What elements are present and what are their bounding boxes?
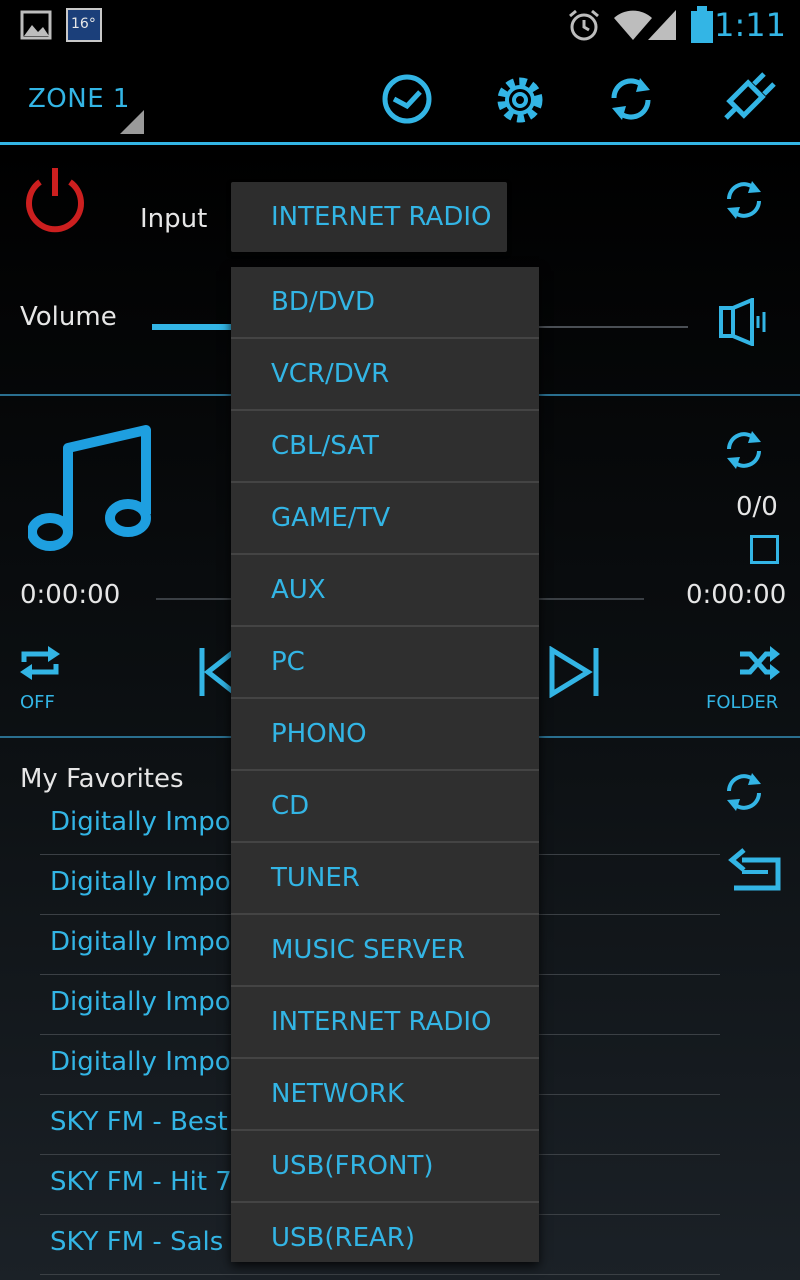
favorite-item-label: Digitally Impor [50, 1047, 242, 1077]
dropdown-option-usb-front[interactable]: USB(FRONT) [231, 1131, 539, 1203]
status-clock: 1:11 [714, 6, 786, 44]
player-refresh-icon[interactable] [722, 428, 766, 472]
dropdown-option-label: GAME/TV [271, 503, 391, 533]
alarm-icon [569, 9, 599, 41]
zone-selector[interactable]: ZONE 1 [28, 84, 130, 114]
dropdown-option-label: VCR/DVR [271, 359, 390, 389]
dropdown-option-label: CBL/SAT [271, 431, 379, 461]
dropdown-option-cd[interactable]: CD [231, 771, 539, 843]
dropdown-option-game-tv[interactable]: GAME/TV [231, 483, 539, 555]
signal-icon [648, 10, 676, 40]
dropdown-option-label: INTERNET RADIO [271, 1007, 492, 1037]
connect-plug-icon[interactable] [718, 72, 776, 124]
dropdown-option-aux[interactable]: AUX [231, 555, 539, 627]
dropdown-option-label: AUX [271, 575, 326, 605]
input-selector[interactable]: INTERNET RADIO [231, 182, 507, 252]
weather-icon: 16° [66, 8, 102, 42]
next-track-icon[interactable] [548, 646, 602, 698]
dropdown-option-label: BD/DVD [271, 287, 375, 317]
input-refresh-icon[interactable] [722, 178, 766, 222]
input-label: Input [140, 204, 208, 234]
zone-dropdown-indicator [120, 110, 144, 134]
dropdown-option-cbl-sat[interactable]: CBL/SAT [231, 411, 539, 483]
shuffle-label: FOLDER [706, 692, 779, 713]
input-selector-value: INTERNET RADIO [271, 202, 492, 232]
dropdown-option-vcr-dvr[interactable]: VCR/DVR [231, 339, 539, 411]
sleep-timer-icon[interactable] [380, 72, 434, 126]
dropdown-option-usb-rear[interactable]: USB(REAR) [231, 1203, 539, 1275]
dropdown-option-tuner[interactable]: TUNER [231, 843, 539, 915]
elapsed-time: 0:00:00 [20, 580, 121, 610]
power-button[interactable] [22, 166, 88, 236]
dropdown-option-label: USB(REAR) [271, 1223, 416, 1253]
back-return-icon[interactable] [728, 848, 782, 892]
dropdown-option-bd-dvd[interactable]: BD/DVD [231, 267, 539, 339]
favorite-item-label: SKY FM - Sals [50, 1227, 224, 1257]
track-count: 0/0 [736, 492, 778, 522]
dropdown-option-label: PHONO [271, 719, 367, 749]
favorite-item-label: Digitally Impor [50, 807, 242, 837]
dropdown-option-label: MUSIC SERVER [271, 935, 465, 965]
input-dropdown-list: BD/DVD VCR/DVR CBL/SAT GAME/TV AUX PC PH… [231, 267, 539, 1262]
favorite-item-label: Digitally Impor [50, 927, 242, 957]
settings-gear-icon[interactable] [492, 72, 548, 128]
favorite-item-label: Digitally Impor [50, 987, 242, 1017]
favorite-item-label: Digitally Impor [50, 867, 242, 897]
volume-label: Volume [20, 302, 117, 332]
dropdown-option-label: CD [271, 791, 310, 821]
favorite-item-label: SKY FM - Best [50, 1107, 228, 1137]
favorite-item-label: SKY FM - Hit 7 [50, 1167, 232, 1197]
repeat-icon[interactable] [18, 644, 62, 682]
dropdown-option-internet-radio[interactable]: INTERNET RADIO [231, 987, 539, 1059]
shuffle-icon[interactable] [738, 646, 782, 680]
dropdown-option-label: TUNER [271, 863, 360, 893]
status-bar: 16° 1:11 [0, 0, 800, 50]
speaker-mute-icon[interactable] [718, 298, 772, 346]
favorites-refresh-icon[interactable] [722, 770, 766, 814]
dropdown-option-network[interactable]: NETWORK [231, 1059, 539, 1131]
dropdown-option-phono[interactable]: PHONO [231, 699, 539, 771]
stop-checkbox[interactable] [750, 535, 779, 564]
total-time: 0:00:00 [686, 580, 787, 610]
dropdown-option-label: USB(FRONT) [271, 1151, 434, 1181]
repeat-label: OFF [20, 692, 55, 713]
dropdown-option-label: PC [271, 647, 305, 677]
refresh-icon[interactable] [606, 74, 656, 124]
dropdown-option-music-server[interactable]: MUSIC SERVER [231, 915, 539, 987]
weather-badge: 16° [71, 16, 96, 32]
image-icon [20, 10, 52, 40]
battery-icon [691, 6, 713, 43]
favorites-title: My Favorites [20, 764, 184, 794]
music-note-artwork-icon [28, 425, 151, 551]
dropdown-option-pc[interactable]: PC [231, 627, 539, 699]
dropdown-option-label: NETWORK [271, 1079, 405, 1109]
